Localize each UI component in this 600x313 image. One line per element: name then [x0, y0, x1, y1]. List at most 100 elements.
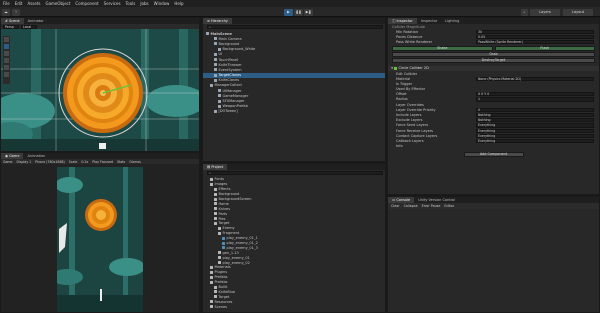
tab-console[interactable]: ▭ Console [388, 197, 415, 203]
list-icon: ≡ [207, 19, 210, 23]
scale-tool-icon[interactable] [4, 58, 9, 63]
property-label: Edit Collider [396, 71, 418, 76]
property-label: Material [396, 76, 411, 81]
property-row: Include Layers Nothing [388, 112, 599, 118]
step-button[interactable]: ▶❚ [304, 8, 313, 16]
tab-inspector[interactable]: ⓘ Inspector [388, 18, 417, 24]
scene-canvas[interactable] [1, 29, 199, 152]
layout-dropdown[interactable]: Layout [563, 8, 593, 16]
property-value[interactable]: Everything [476, 138, 594, 144]
layers-dropdown[interactable]: Layers [530, 8, 560, 16]
property-value[interactable]: None (Physics Material 2D) [476, 76, 594, 81]
property-value[interactable]: PassWhite (Sprite Renderer) [476, 40, 594, 45]
menu-component[interactable]: Component [75, 1, 98, 6]
grab-button[interactable]: Grab [392, 51, 595, 57]
game-mode-dropdown[interactable]: Game [3, 160, 13, 164]
property-value[interactable]: 0 [476, 107, 594, 112]
transform-tool-icon[interactable] [4, 72, 9, 77]
hierarchy-search[interactable]: ⌕ [207, 25, 383, 30]
property-label: Force Send Layers [396, 123, 429, 128]
pause-button[interactable]: ❚❚ [294, 8, 303, 16]
property-value[interactable]: Everything [476, 133, 594, 138]
gameobject-icon [214, 42, 217, 46]
property-value[interactable]: Everything [476, 128, 594, 133]
menu-edit[interactable]: Edit [15, 1, 23, 6]
destroy-target-button[interactable]: DestroyTarget [392, 57, 595, 63]
property-row: Radius 1 [388, 97, 599, 102]
account-button[interactable]: ☁ [2, 8, 10, 16]
property-label: Layer Override Priority [396, 107, 436, 112]
hierarchy-item[interactable]: [DOTween] [203, 109, 385, 114]
editor-dropdown[interactable]: Editor [444, 204, 454, 208]
property-row: Callback Layers Everything [388, 138, 599, 144]
gameobject-icon [214, 63, 217, 67]
rect-tool-icon[interactable] [4, 65, 9, 70]
menu-tools[interactable]: Tools [126, 1, 136, 6]
game-view: ◉ Game Animation Game Display 1 Phone (78… [0, 152, 200, 313]
folder-icon [214, 202, 217, 206]
clear-button[interactable]: Clear [391, 204, 400, 208]
scale-value[interactable]: 0.2x [81, 160, 88, 164]
folder-icon [218, 256, 221, 260]
gameobject-icon [218, 89, 221, 93]
tab-inspector-2[interactable]: Inspector [417, 18, 441, 24]
property-label: Callback Layers [396, 138, 424, 143]
folder-icon [210, 300, 213, 304]
menu-jobs[interactable]: Jobs [140, 1, 148, 6]
collab-button[interactable]: ⑂ [12, 8, 20, 16]
hand-tool-icon[interactable] [4, 37, 9, 42]
folder-icon [214, 192, 217, 196]
property-value[interactable]: 0.05 [476, 34, 594, 40]
hierarchy-panel: ≡ Hierarchy ⌕ MainScene Main Camera Backgro… [202, 17, 386, 162]
project-item[interactable]: Scenes [203, 304, 385, 309]
folder-icon [214, 221, 217, 225]
folder-icon [210, 270, 213, 274]
resolution-dropdown[interactable]: Phone (780x1688) [35, 160, 64, 164]
property-value[interactable]: Nothing [476, 118, 594, 123]
project-search[interactable]: ⌕ [207, 171, 383, 176]
gameobject-icon [218, 94, 221, 98]
folder-icon: ▤ [207, 165, 211, 169]
property-value[interactable]: 1 [476, 97, 594, 102]
property-row: Exclude Layers Nothing [388, 118, 599, 123]
menu-file[interactable]: File [3, 1, 10, 6]
search-button[interactable]: ⌕ [521, 8, 528, 16]
gameobject-icon [214, 73, 217, 77]
property-row: Pass White Renderer PassWhite (Sprite Ren… [388, 40, 599, 45]
menu-services[interactable]: Services [104, 1, 121, 6]
property-value[interactable]: Everything [476, 123, 594, 128]
property-value[interactable]: X 0 Y 0 [476, 92, 594, 97]
add-component-button[interactable]: Add Component [463, 151, 524, 157]
menu-gameobject[interactable]: GameObject [45, 1, 70, 6]
tab-project[interactable]: ▤ Project [203, 164, 228, 170]
play-icon: ▶ [287, 10, 290, 14]
tab-lighting[interactable]: Lighting [441, 18, 463, 24]
property-row: Material None (Physics Material 2D) [388, 76, 599, 81]
tab-hierarchy[interactable]: ≡ Hierarchy [203, 18, 232, 24]
property-value[interactable]: 30 [476, 29, 594, 34]
error-pause-button[interactable]: Error Pause [422, 204, 441, 208]
game-screen[interactable] [57, 167, 143, 313]
gizmos-button[interactable]: Gizmos [129, 160, 141, 164]
collapse-button[interactable]: Collapse [404, 204, 418, 208]
stats-button[interactable]: Stats [117, 160, 125, 164]
rotate-tool-icon[interactable] [4, 51, 9, 56]
menu-assets[interactable]: Assets [27, 1, 40, 6]
menu-bar: File Edit Assets GameObject Component Se… [0, 0, 600, 7]
shake-button[interactable]: Shake [392, 45, 493, 51]
play-button[interactable]: ▶ [284, 8, 293, 16]
gameobject-icon [218, 99, 221, 103]
move-tool-icon[interactable] [4, 44, 9, 49]
folder-icon [210, 182, 213, 186]
property-label: Exclude Layers [396, 118, 423, 123]
flash-button[interactable]: Flash [494, 45, 595, 51]
menu-window[interactable]: Window [154, 1, 170, 6]
menu-help[interactable]: Help [174, 1, 183, 6]
display-dropdown[interactable]: Display 1 [17, 160, 32, 164]
scene-view: # Scene Animator Persp Local [0, 17, 200, 152]
folder-icon [214, 295, 217, 299]
property-value[interactable]: Nothing [476, 112, 594, 118]
tab-version-control[interactable]: Unity Version Control [414, 197, 459, 203]
play-focused-dropdown[interactable]: Play Focused [92, 160, 113, 164]
circle-fields: Edit Collider Material None (Physics Mater… [388, 71, 599, 149]
